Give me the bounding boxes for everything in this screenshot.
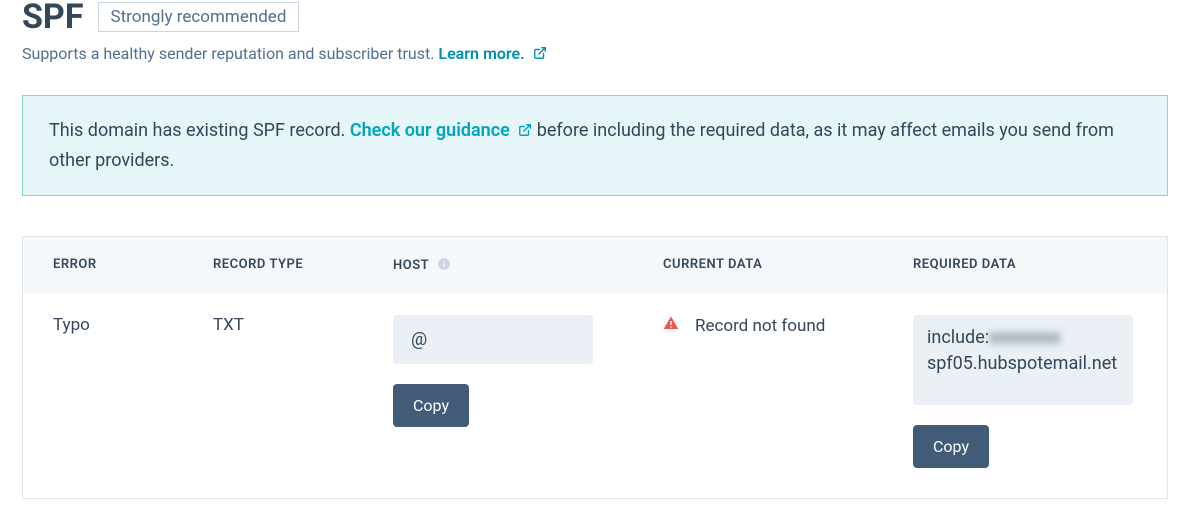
cell-current-data: Record not found: [663, 315, 913, 338]
header-host: HOST: [393, 257, 663, 273]
header-required-data: REQUIRED DATA: [913, 257, 1137, 273]
host-value-field[interactable]: @: [393, 315, 593, 364]
page-subtitle: Supports a healthy sender reputation and…: [22, 44, 1168, 63]
info-alert: This domain has existing SPF record. Che…: [22, 95, 1168, 196]
recommendation-badge: Strongly recommended: [98, 2, 300, 32]
external-link-icon: [533, 46, 547, 60]
cell-record-type: TXT: [213, 315, 393, 335]
copy-host-button[interactable]: Copy: [393, 384, 469, 427]
current-data-text: Record not found: [695, 315, 825, 338]
records-table: ERROR RECORD TYPE HOST CURRENT DATA REQU…: [22, 236, 1168, 499]
external-link-icon: [518, 123, 532, 137]
required-prefix: include:: [927, 327, 989, 348]
header-error: ERROR: [53, 257, 213, 273]
guidance-link[interactable]: Check our guidance: [350, 120, 537, 141]
required-data-field[interactable]: include:xxxxxxxx spf05.hubspotemail.net: [913, 315, 1133, 405]
page-title: SPF: [22, 0, 84, 34]
learn-more-link[interactable]: Learn more.: [438, 44, 546, 63]
warning-icon: [663, 315, 679, 331]
header-record-type: RECORD TYPE: [213, 257, 393, 273]
required-rest: spf05.hubspotemail.net: [927, 353, 1117, 374]
table-row: Typo TXT @ Copy Record not found include…: [23, 293, 1167, 498]
required-redacted: xxxxxxxx: [989, 327, 1060, 348]
copy-required-button[interactable]: Copy: [913, 425, 989, 468]
info-icon[interactable]: [437, 257, 451, 271]
guidance-link-label: Check our guidance: [350, 120, 510, 141]
cell-error: Typo: [53, 315, 213, 335]
cell-required-data: include:xxxxxxxx spf05.hubspotemail.net C…: [913, 315, 1137, 468]
subtitle-text: Supports a healthy sender reputation and…: [22, 44, 438, 63]
cell-host: @ Copy: [393, 315, 663, 427]
learn-more-label: Learn more.: [438, 44, 524, 63]
header-current-data: CURRENT DATA: [663, 257, 913, 273]
table-header-row: ERROR RECORD TYPE HOST CURRENT DATA REQU…: [23, 237, 1167, 293]
alert-text-pre: This domain has existing SPF record.: [49, 120, 350, 141]
